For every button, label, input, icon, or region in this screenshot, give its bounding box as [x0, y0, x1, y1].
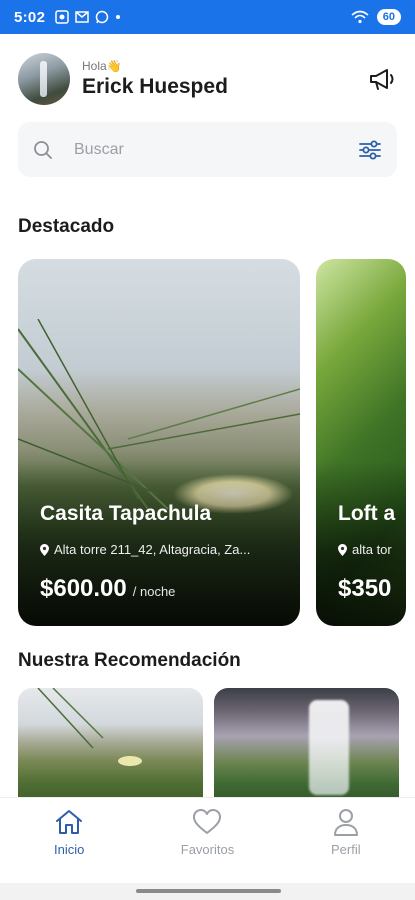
gesture-bar[interactable]: [136, 889, 281, 893]
grass-illustration: [37, 688, 142, 766]
status-right: 60: [351, 9, 401, 25]
megaphone-icon: [370, 69, 394, 90]
nav-label: Favoritos: [180, 842, 235, 857]
card-title: Loft a: [338, 502, 396, 525]
battery-indicator: 60: [376, 9, 401, 25]
card-price: $350: [338, 575, 392, 602]
mail-icon: [75, 11, 89, 23]
home-icon: [53, 806, 85, 838]
filter-button[interactable]: [357, 137, 383, 163]
dot-icon: [116, 15, 121, 19]
filter-icon: [359, 140, 381, 159]
search-bar: [18, 122, 397, 177]
featured-card[interactable]: Loft a alta tor $350: [316, 259, 406, 626]
featured-card[interactable]: Casita Tapachula Alta torre 211_42, Alta…: [18, 259, 300, 626]
location-pin-icon: [40, 543, 49, 556]
recommended-title: Nuestra Recomendación: [18, 650, 241, 671]
megaphone-button[interactable]: [367, 64, 397, 94]
card-location-text: Alta torre 211_42, Altagracia, Za...: [54, 542, 251, 557]
notification-icons: [55, 10, 121, 24]
search-icon: [32, 139, 54, 161]
card-price-unit: / noche: [132, 584, 176, 599]
greeting-block: Hola👋 Erick Huesped: [82, 59, 228, 99]
nav-label: Perfil: [331, 842, 361, 857]
user-name: Erick Huesped: [82, 75, 228, 98]
whatsapp-icon: [95, 10, 109, 24]
card-location-text: alta tor: [352, 542, 392, 557]
nav-item-favoritos[interactable]: Favoritos: [138, 798, 276, 883]
recommendation-card[interactable]: [18, 688, 203, 808]
location-pin-icon: [338, 543, 347, 556]
greeting-text: Hola👋: [82, 59, 122, 73]
gesture-area: [0, 883, 415, 900]
search-input[interactable]: [74, 140, 357, 159]
featured-title: Destacado: [18, 216, 115, 237]
status-bar: 5:02 60: [0, 0, 415, 34]
recommendation-card[interactable]: [214, 688, 399, 808]
card-title: Casita Tapachula: [40, 502, 212, 525]
bottom-nav: Inicio Favoritos Perfil: [0, 797, 415, 883]
avatar[interactable]: [18, 53, 70, 105]
grass-illustration: [18, 319, 300, 510]
profile-icon: [330, 806, 362, 838]
wifi-icon: [351, 10, 369, 24]
status-time: 5:02: [14, 8, 46, 26]
waterfall-illustration: [309, 700, 349, 795]
card-location: Alta torre 211_42, Altagracia, Za...: [40, 542, 250, 557]
screenshot-icon: [55, 10, 69, 24]
card-location: alta tor: [338, 542, 392, 557]
card-price: $600.00: [40, 575, 127, 602]
app-screen: 5:02 60 Hola👋 Erick Huesped Buscar Desta…: [0, 0, 415, 900]
heart-icon: [191, 806, 223, 838]
header: Hola👋 Erick Huesped: [18, 50, 397, 108]
nav-item-perfil[interactable]: Perfil: [277, 798, 415, 883]
card-price-row: $350: [338, 575, 391, 603]
card-price-row: $600.00 / noche: [40, 575, 175, 603]
nav-label: Inicio: [53, 842, 85, 857]
nav-item-inicio[interactable]: Inicio: [0, 798, 138, 883]
